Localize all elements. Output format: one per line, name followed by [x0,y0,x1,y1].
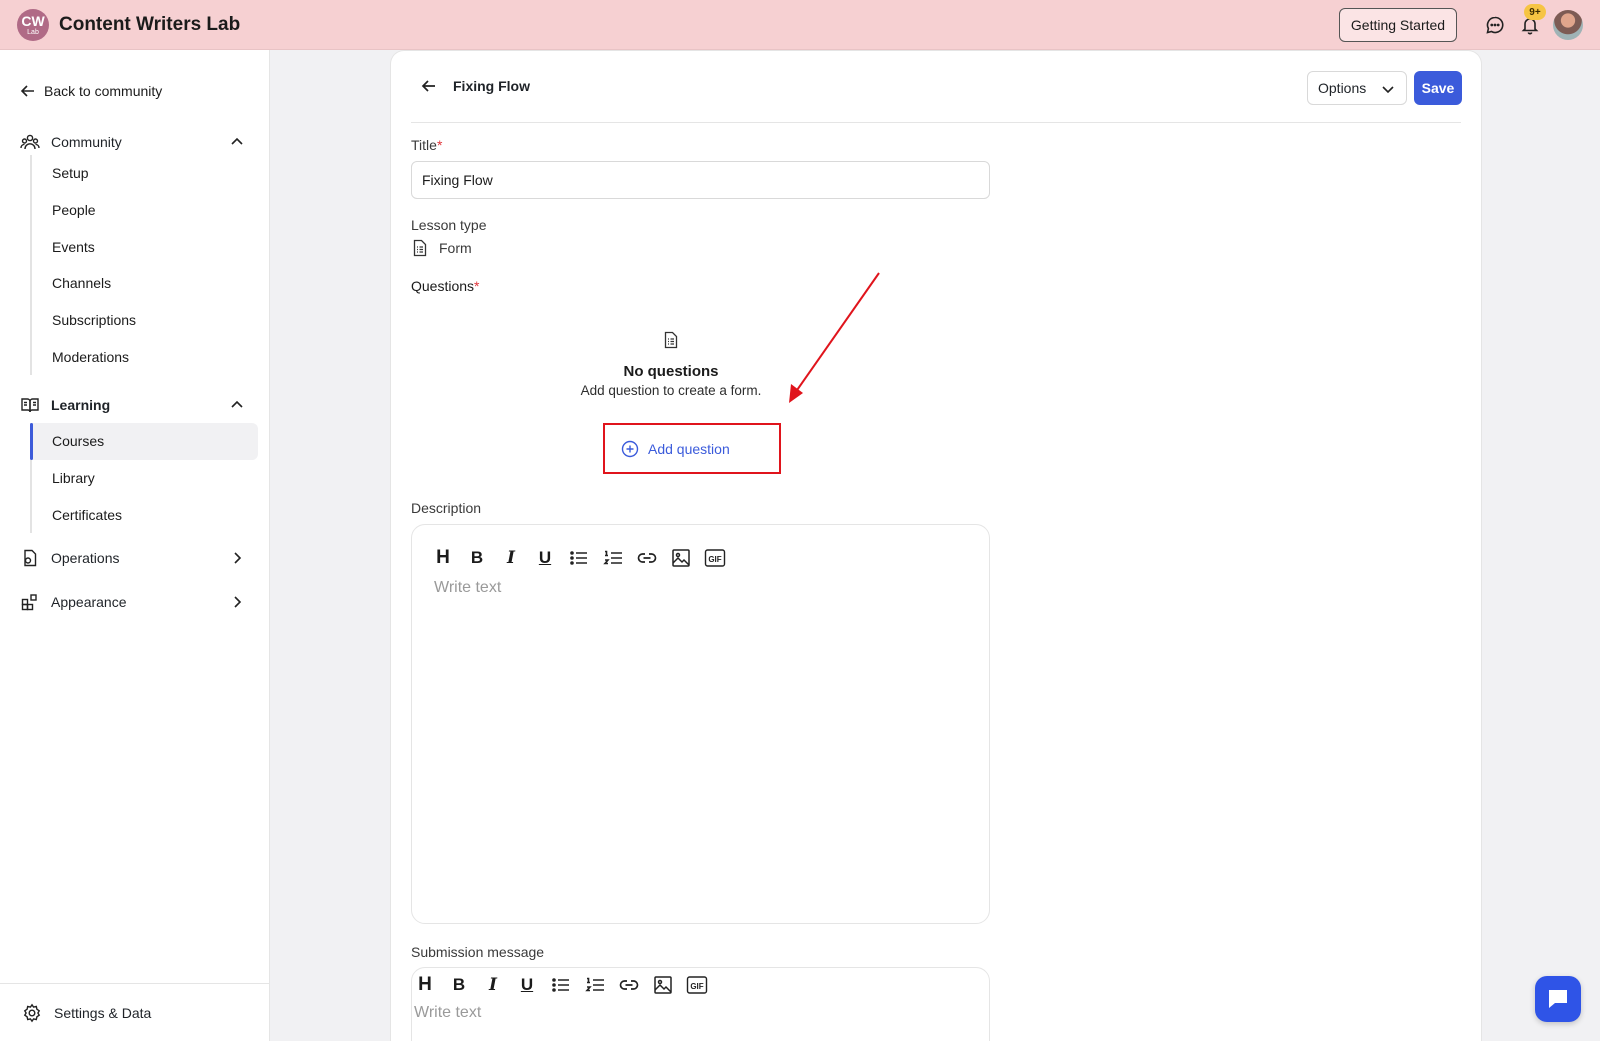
options-label: Options [1318,80,1367,96]
required-mark: * [474,278,480,294]
title-label-text: Title [411,137,437,153]
logo-sub-text: Lab [27,28,39,36]
chevron-down-icon [1382,86,1394,94]
plus-circle-icon [621,440,639,457]
support-chat-button[interactable] [1535,976,1581,1022]
sidebar: Back to community Community Setup People… [0,50,270,1041]
underline-button[interactable]: U [516,974,538,996]
lesson-editor-card: Fixing Flow Options Save Title* Fixing F… [390,50,1482,1041]
sidebar-item-people[interactable]: People [32,192,258,229]
heading-button[interactable]: H [414,974,436,996]
page-title: Fixing Flow [453,78,530,94]
link-icon[interactable] [636,547,658,569]
community-icon [20,132,40,152]
numbered-list-icon[interactable] [602,547,624,569]
submission-message-editor[interactable]: H B I U GIF Write text [411,967,990,1041]
community-name[interactable]: Content Writers Lab [59,14,240,36]
getting-started-button[interactable]: Getting Started [1339,8,1457,42]
description-toolbar: H B I U GIF [432,547,726,569]
bold-button[interactable]: B [448,974,470,996]
empty-subtitle: Add question to create a form. [580,383,762,398]
bullet-list-icon[interactable] [568,547,590,569]
sidebar-section-operations[interactable]: Operations [20,543,249,573]
community-logo[interactable]: CW Lab [17,8,49,41]
sidebar-section-appearance[interactable]: Appearance [20,587,249,617]
back-to-community-link[interactable]: Back to community [20,83,162,99]
heading-button[interactable]: H [432,547,454,569]
italic-button[interactable]: I [500,547,522,569]
bullet-list-icon[interactable] [550,974,572,996]
gif-icon[interactable]: GIF [686,974,708,996]
sidebar-item-setup[interactable]: Setup [32,155,258,192]
chevron-right-icon[interactable] [229,550,245,566]
chevron-up-icon[interactable] [229,134,245,150]
form-icon [413,239,427,257]
chevron-up-icon[interactable] [229,397,245,413]
sidebar-section-community[interactable]: Community [20,127,249,157]
italic-button[interactable]: I [482,974,504,996]
community-label: Community [51,134,122,150]
questions-label: Questions* [411,278,480,294]
underline-button[interactable]: U [534,547,556,569]
title-label: Title* [411,137,442,153]
sidebar-item-certificates[interactable]: Certificates [32,496,258,533]
settings-label: Settings & Data [54,1004,152,1021]
empty-title: No questions [623,363,719,380]
gif-icon-label: GIF [690,982,703,991]
notification-badge: 9+ [1524,4,1546,20]
chat-bubble-icon [1549,990,1567,1008]
gear-icon [23,1003,41,1022]
questions-empty-state: No questions Add question to create a fo… [541,331,801,398]
learning-label: Learning [51,397,111,413]
sidebar-item-events[interactable]: Events [32,228,258,265]
chat-icon[interactable] [1482,12,1508,38]
image-icon[interactable] [652,974,674,996]
save-button[interactable]: Save [1414,71,1462,105]
required-mark: * [436,137,443,153]
annotation-arrow [789,272,880,403]
submission-toolbar: H B I U GIF [414,974,708,996]
appearance-label: Appearance [51,594,127,610]
learning-subitems: Courses Library Certificates [30,423,258,534]
link-icon[interactable] [618,974,640,996]
submission-placeholder: Write text [414,1004,482,1021]
arrow-left-icon [20,85,34,97]
sidebar-item-subscriptions[interactable]: Subscriptions [32,302,258,339]
lesson-type-label: Lesson type [411,217,487,233]
description-editor[interactable]: H B I U GIF Write text [411,524,990,924]
numbered-list-icon[interactable] [584,974,606,996]
gif-icon-label: GIF [708,555,721,564]
submission-message-label: Submission message [411,944,545,960]
description-placeholder: Write text [434,579,502,596]
sidebar-item-courses[interactable]: Courses [30,423,258,460]
description-label: Description [411,500,482,516]
operations-label: Operations [51,550,120,566]
sidebar-item-channels[interactable]: Channels [32,265,258,302]
appearance-icon [20,592,40,612]
book-icon [20,395,40,415]
title-input[interactable]: Fixing Flow [411,161,990,199]
lesson-type-value: Form [411,239,472,257]
add-question-label: Add question [648,440,730,457]
logo-main-text: CW [21,12,45,29]
options-dropdown[interactable]: Options [1307,71,1407,105]
add-question-button[interactable]: Add question [603,423,781,474]
user-avatar[interactable] [1553,10,1583,40]
sidebar-item-library[interactable]: Library [32,460,258,497]
form-icon [664,331,678,349]
image-icon[interactable] [670,547,692,569]
arrow-left-icon[interactable] [419,76,439,96]
card-header: Fixing Flow Options Save [411,71,1462,123]
lesson-type-text: Form [439,240,472,256]
operations-icon [20,548,40,568]
chevron-right-icon[interactable] [229,594,245,610]
sidebar-item-moderations[interactable]: Moderations [32,338,258,375]
settings-and-data-link[interactable]: Settings & Data [0,983,269,1041]
sidebar-section-learning[interactable]: Learning [20,390,249,420]
community-subitems: Setup People Events Channels Subscriptio… [30,155,258,376]
bold-button[interactable]: B [466,547,488,569]
gif-icon[interactable]: GIF [704,547,726,569]
back-label: Back to community [44,83,163,99]
questions-label-text: Questions [411,278,475,294]
